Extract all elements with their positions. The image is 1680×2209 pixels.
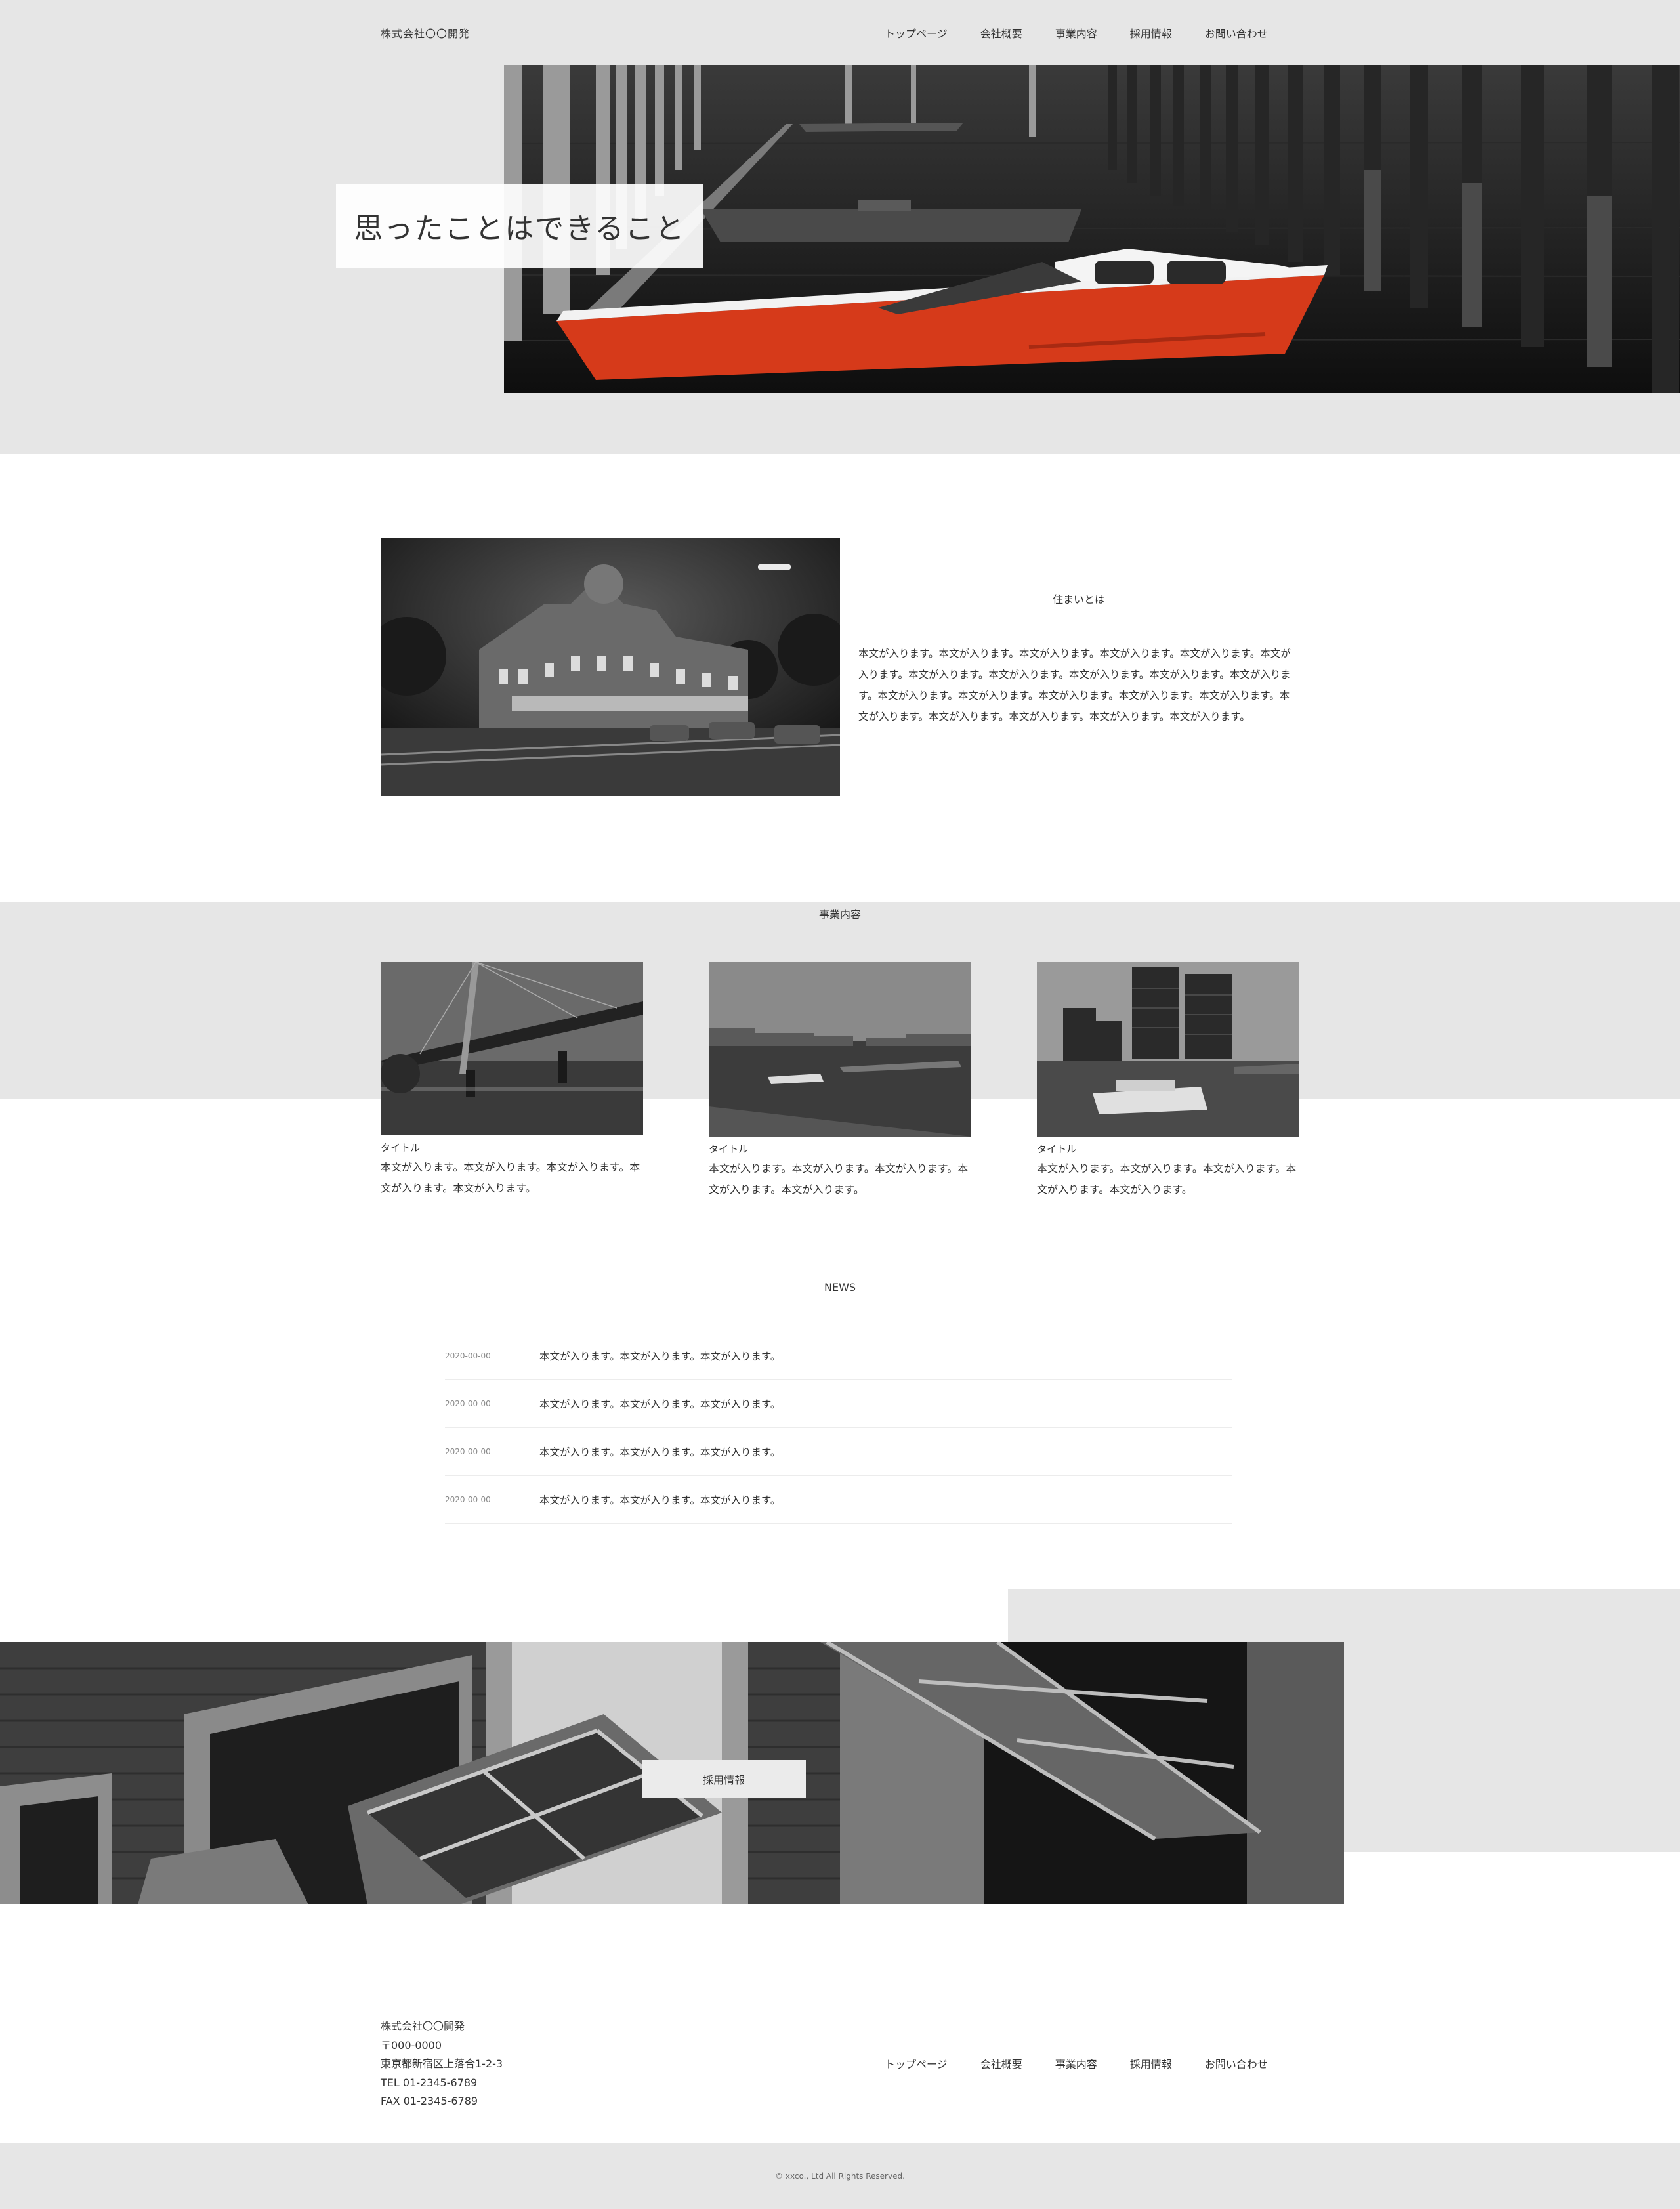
footer-nav-item-company[interactable]: 会社概要 [980, 2055, 1022, 2071]
footer-nav: トップページ 会社概要 事業内容 採用情報 お問い合わせ [885, 2055, 1268, 2071]
news-list: 2020-00-00 本文が入ります。本文が入ります。本文が入ります。 2020… [445, 1332, 1232, 1524]
about-image [381, 538, 840, 796]
recruit-button[interactable]: 採用情報 [642, 1760, 806, 1798]
news-text[interactable]: 本文が入ります。本文が入ります。本文が入ります。 [539, 1397, 780, 1411]
business-card-text: 本文が入ります。本文が入ります。本文が入ります。本文が入ります。本文が入ります。 [1037, 1162, 1297, 1196]
news-item[interactable]: 2020-00-00 本文が入ります。本文が入ります。本文が入ります。 [445, 1428, 1232, 1476]
footer-nav-item-business[interactable]: 事業内容 [1055, 2055, 1097, 2071]
copyright-bar: © xxco., Ltd All Rights Reserved. [0, 2143, 1680, 2209]
copyright-text: © xxco., Ltd All Rights Reserved. [775, 2172, 905, 2181]
business-card-title: タイトル [709, 1143, 749, 1155]
news-title: NEWS [824, 1281, 856, 1294]
news-date: 2020-00-00 [445, 1447, 491, 1456]
nav-item-top[interactable]: トップページ [885, 25, 948, 41]
footer-fax: FAX 01-2345-6789 [381, 2095, 478, 2107]
nav-item-recruit[interactable]: 採用情報 [1130, 25, 1172, 41]
business-title: 事業内容 [819, 908, 862, 921]
news-item[interactable]: 2020-00-00 本文が入ります。本文が入ります。本文が入ります。 [445, 1380, 1232, 1428]
business-card[interactable]: タイトル 本文が入ります。本文が入ります。本文が入ります。本文が入ります。本文が… [1037, 962, 1299, 1200]
business-card-image-towers [1037, 962, 1299, 1137]
news-text[interactable]: 本文が入ります。本文が入ります。本文が入ります。 [539, 1444, 780, 1459]
business-card-text: 本文が入ります。本文が入ります。本文が入ります。本文が入ります。本文が入ります。 [709, 1162, 969, 1196]
nav-item-contact[interactable]: お問い合わせ [1205, 25, 1268, 41]
news-item[interactable]: 2020-00-00 本文が入ります。本文が入ります。本文が入ります。 [445, 1332, 1232, 1380]
nav-item-business[interactable]: 事業内容 [1055, 25, 1097, 41]
news-text[interactable]: 本文が入ります。本文が入ります。本文が入ります。 [539, 1349, 780, 1363]
hero-catchcopy: 思ったことはできること [336, 184, 704, 268]
footer-nav-item-contact[interactable]: お問い合わせ [1205, 2055, 1268, 2071]
business-card[interactable]: タイトル 本文が入ります。本文が入ります。本文が入ります。本文が入ります。本文が… [381, 962, 643, 1199]
footer-postal-code: 〒000-0000 [381, 2038, 442, 2051]
business-card[interactable]: タイトル 本文が入ります。本文が入ります。本文が入ります。本文が入ります。本文が… [709, 962, 971, 1200]
footer-nav-item-top[interactable]: トップページ [885, 2055, 948, 2071]
news-date: 2020-00-00 [445, 1399, 491, 1408]
business-card-image-bridge [381, 962, 643, 1135]
business-card-image-harbor [709, 962, 971, 1137]
news-date: 2020-00-00 [445, 1351, 491, 1360]
about-body: 本文が入ります。本文が入ります。本文が入ります。本文が入ります。本文が入ります。… [858, 648, 1291, 723]
footer-company-info: 株式会社〇〇開発 〒000-0000 東京都新宿区上落合1-2-3 TEL 01… [381, 2017, 503, 2111]
footer-nav-item-recruit[interactable]: 採用情報 [1130, 2055, 1172, 2071]
business-card-title: タイトル [381, 1142, 421, 1154]
footer-tel: TEL 01-2345-6789 [381, 2076, 478, 2089]
footer-address: 東京都新宿区上落合1-2-3 [381, 2057, 503, 2070]
news-date: 2020-00-00 [445, 1495, 491, 1504]
news-item[interactable]: 2020-00-00 本文が入ります。本文が入ります。本文が入ります。 [445, 1476, 1232, 1524]
about-title: 住まいとは [1053, 593, 1106, 606]
company-logo[interactable]: 株式会社〇〇開発 [381, 25, 470, 41]
nav-item-company[interactable]: 会社概要 [980, 25, 1022, 41]
business-card-title: タイトル [1037, 1143, 1077, 1155]
business-card-text: 本文が入ります。本文が入ります。本文が入ります。本文が入ります。本文が入ります。 [381, 1161, 640, 1194]
global-nav: トップページ 会社概要 事業内容 採用情報 お問い合わせ [885, 25, 1268, 41]
news-text[interactable]: 本文が入ります。本文が入ります。本文が入ります。 [539, 1492, 780, 1507]
footer-company-name: 株式会社〇〇開発 [381, 2020, 465, 2032]
